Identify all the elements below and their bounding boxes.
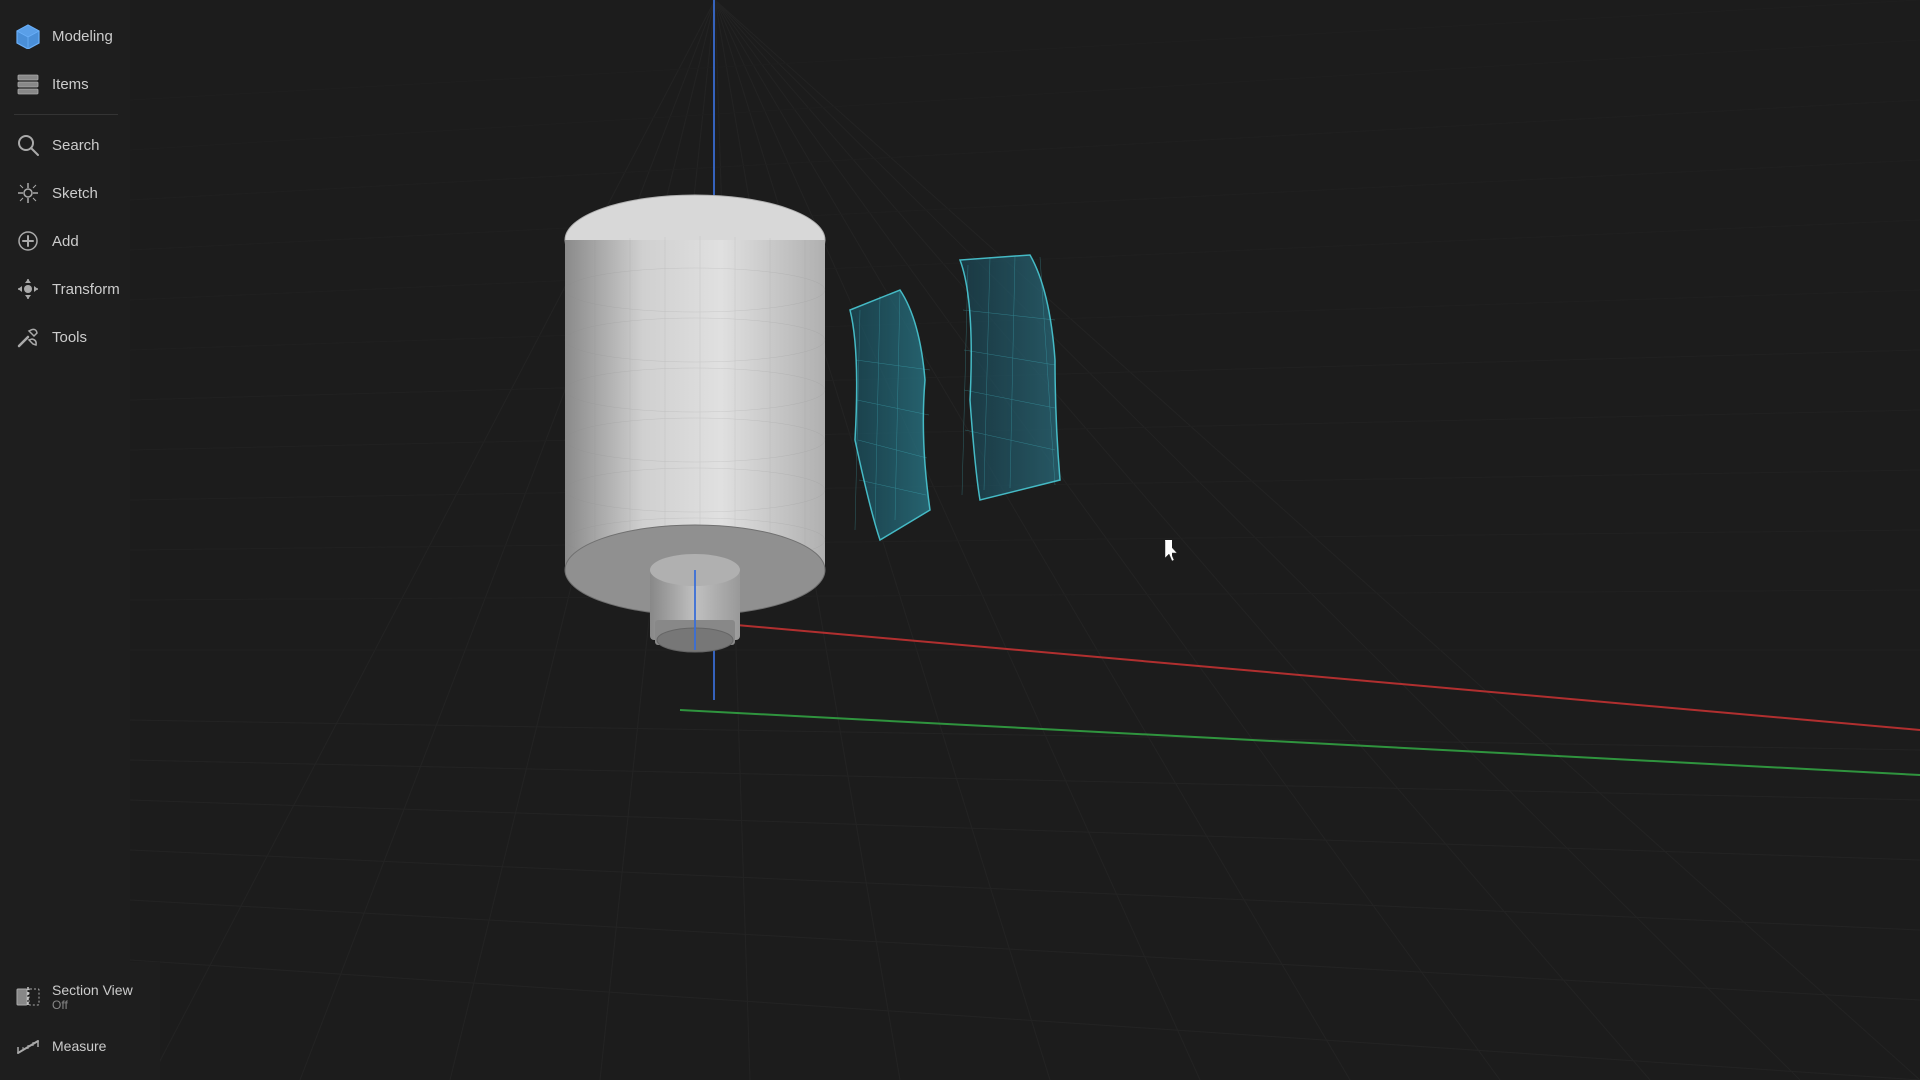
toolbar-item-add[interactable]: Add xyxy=(0,217,130,265)
viewport-3d[interactable] xyxy=(0,0,1920,1080)
measure-main-label: Measure xyxy=(52,1038,106,1054)
section-icon xyxy=(14,983,42,1011)
transform-label: Transform xyxy=(52,281,120,298)
section-view-main-label: Section View xyxy=(52,982,133,998)
add-icon xyxy=(14,227,42,255)
search-label: Search xyxy=(52,137,100,154)
search-icon xyxy=(14,131,42,159)
left-toolbar: Modeling Items Search xyxy=(0,0,130,1080)
add-label: Add xyxy=(52,233,79,250)
toolbar-item-search[interactable]: Search xyxy=(0,121,130,169)
sketch-icon xyxy=(14,179,42,207)
toolbar-item-items[interactable]: Items xyxy=(0,60,130,108)
modeling-label: Modeling xyxy=(52,28,113,45)
measure-icon xyxy=(14,1032,42,1060)
transform-icon xyxy=(14,275,42,303)
measure-labels: Measure xyxy=(52,1038,106,1054)
bottom-toolbar-item-measure[interactable]: Measure xyxy=(0,1022,160,1070)
cube-icon xyxy=(14,22,42,50)
bottom-toolbar-item-section-view[interactable]: Section View Off xyxy=(0,972,160,1022)
toolbar-item-tools[interactable]: Tools xyxy=(0,313,130,361)
toolbar-divider-1 xyxy=(14,114,118,115)
toolbar-item-modeling[interactable]: Modeling xyxy=(0,12,130,60)
tools-icon xyxy=(14,323,42,351)
section-view-sub-label: Off xyxy=(52,998,133,1012)
toolbar-item-transform[interactable]: Transform xyxy=(0,265,130,313)
toolbar-item-sketch[interactable]: Sketch xyxy=(0,169,130,217)
layers-icon xyxy=(14,70,42,98)
items-label: Items xyxy=(52,76,89,93)
bottom-toolbar: Section View Off Measure xyxy=(0,962,160,1080)
sketch-label: Sketch xyxy=(52,185,98,202)
section-view-labels: Section View Off xyxy=(52,982,133,1012)
grid-background xyxy=(0,0,1920,1080)
tools-label: Tools xyxy=(52,329,87,346)
